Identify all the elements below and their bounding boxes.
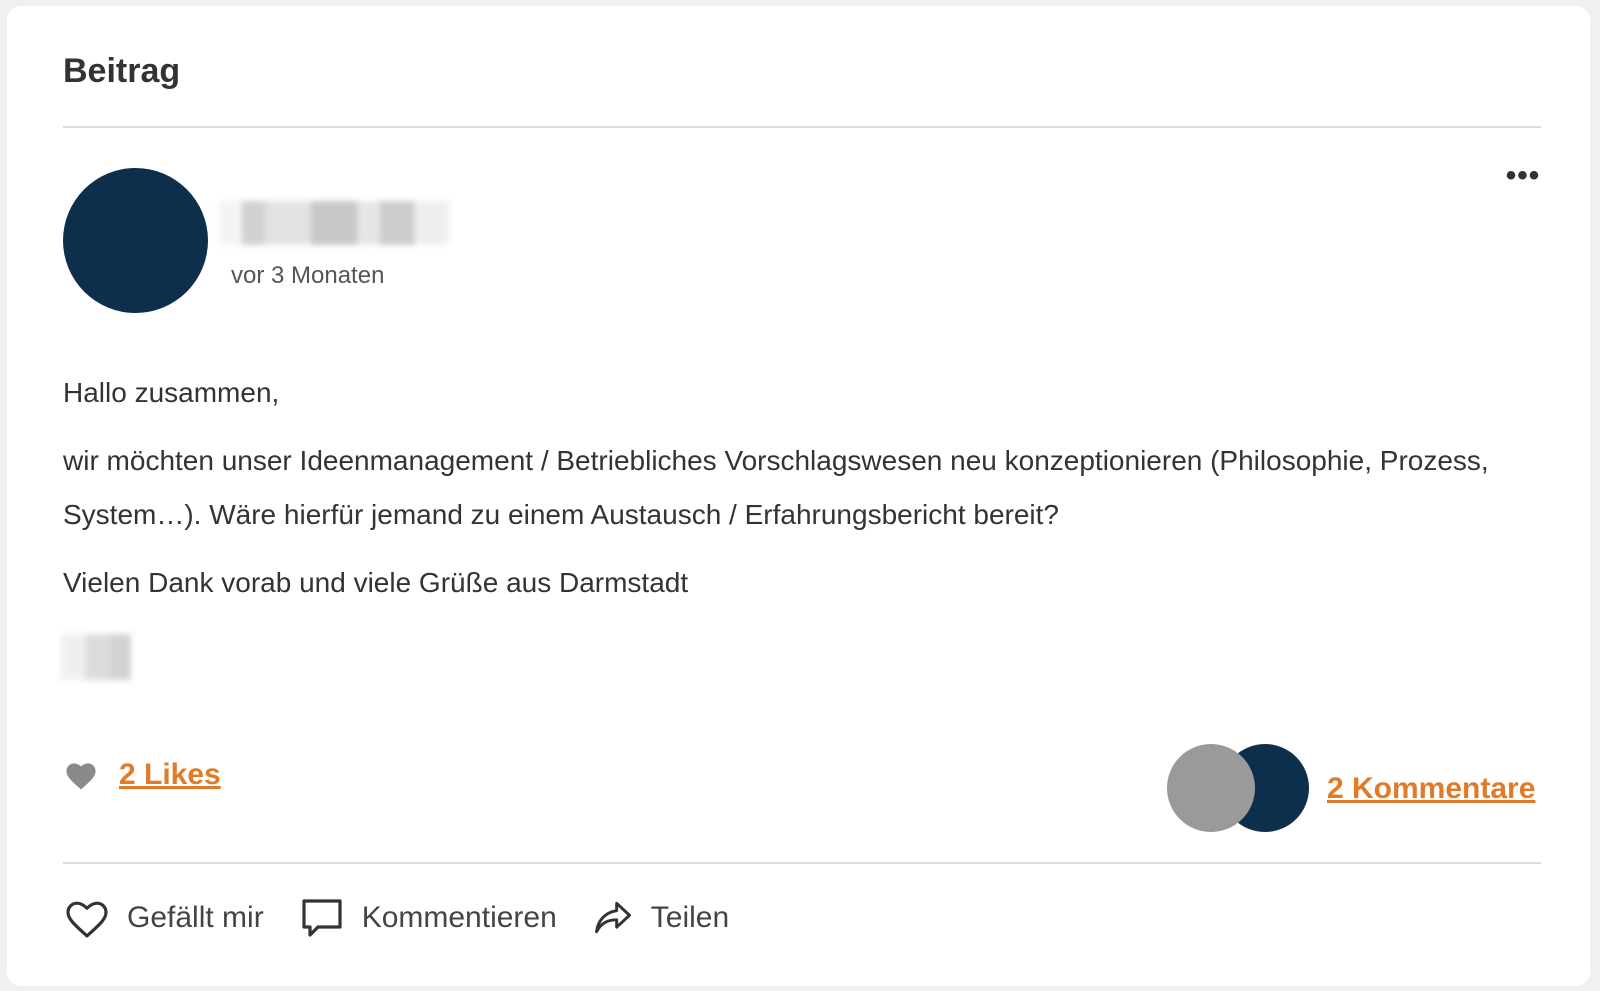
more-dots-icon: ••• bbox=[1505, 159, 1541, 192]
post-card: Beitrag vor 3 Monaten ••• Hallo zusammen… bbox=[7, 6, 1590, 986]
like-button[interactable]: Gefällt mir bbox=[63, 896, 264, 940]
likes-summary: 2 Likes bbox=[63, 758, 221, 792]
author-name-redacted[interactable] bbox=[219, 201, 449, 245]
post-actions: Gefällt mir Kommentieren Teilen bbox=[63, 894, 763, 942]
share-arrow-icon bbox=[594, 901, 631, 934]
comments-link[interactable]: 2 Kommentare bbox=[1327, 772, 1535, 806]
commenter-avatar[interactable] bbox=[1167, 744, 1255, 832]
card-title: Beitrag bbox=[63, 52, 181, 90]
post-closing: Vielen Dank vorab und viele Grüße aus Da… bbox=[63, 567, 689, 598]
likes-link[interactable]: 2 Likes bbox=[119, 758, 221, 792]
actions-divider bbox=[63, 862, 1541, 864]
commenter-avatars[interactable] bbox=[1167, 744, 1309, 834]
speech-bubble-icon bbox=[302, 899, 342, 937]
author-avatar[interactable] bbox=[63, 168, 208, 313]
heart-filled-icon bbox=[66, 763, 96, 790]
share-button-label: Teilen bbox=[650, 901, 730, 934]
like-button-label: Gefällt mir bbox=[127, 901, 264, 934]
share-button[interactable]: Teilen bbox=[591, 896, 729, 940]
post-timestamp: vor 3 Monaten bbox=[231, 262, 385, 289]
header-divider bbox=[63, 126, 1541, 128]
post-greeting: Hallo zusammen, bbox=[63, 377, 280, 408]
heart-outline-icon bbox=[66, 901, 108, 938]
signature-redacted bbox=[61, 634, 131, 680]
post-body: Hallo zusammen, wir möchten unser Ideenm… bbox=[63, 366, 1543, 624]
more-options-button[interactable]: ••• bbox=[1501, 161, 1545, 196]
comment-button[interactable]: Kommentieren bbox=[298, 894, 557, 942]
post-text: wir möchten unser Ideenmanagement / Betr… bbox=[63, 445, 1489, 530]
comment-button-label: Kommentieren bbox=[361, 901, 557, 934]
